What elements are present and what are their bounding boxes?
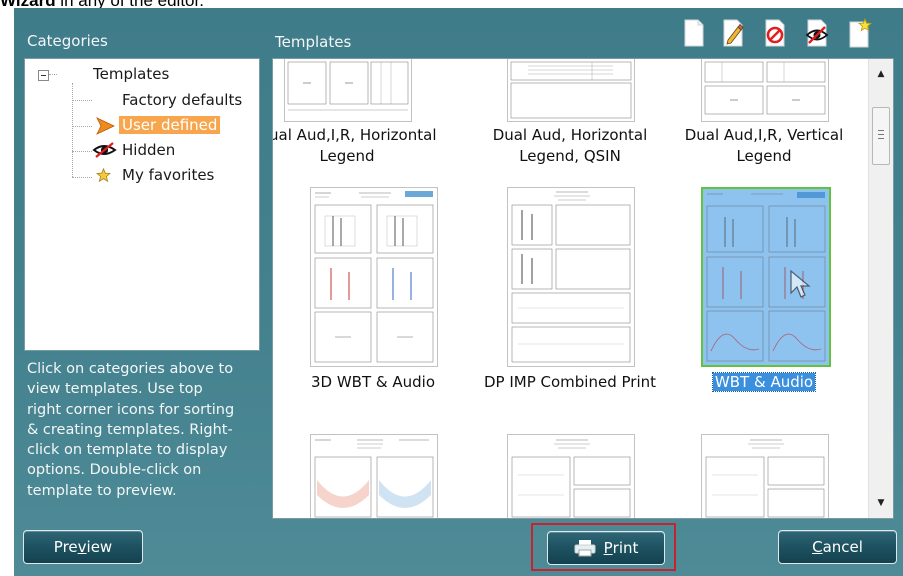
template-thumbnail[interactable]	[701, 434, 829, 518]
template-name-line: WBT & Audio	[711, 372, 817, 392]
template-preview	[287, 61, 409, 111]
template-thumbnail[interactable]	[507, 59, 635, 122]
tree-item-factory-defaults[interactable]: Factory defaults	[122, 91, 242, 109]
template-name-line: 3D WBT & Audio	[310, 373, 435, 391]
template-name-line: Legend	[319, 147, 375, 165]
templates-gallery: Dual Aud,I,R, Horizontal Legend Dual Aud…	[272, 58, 894, 519]
tree-connector	[72, 100, 92, 101]
template-preview	[705, 439, 825, 518]
template-preview	[314, 191, 434, 363]
template-name[interactable]: 3D WBT & Audio	[273, 372, 473, 393]
template-name[interactable]: Dual Aud, Horizontal Legend, QSIN	[470, 125, 670, 167]
preview-label-a: Pre	[53, 538, 78, 556]
tree-connector	[72, 151, 92, 152]
templates-header: Templates	[275, 33, 352, 51]
print-label-b: P	[603, 539, 613, 557]
hide-template-icon[interactable]	[804, 18, 830, 48]
preview-label-b: v	[77, 538, 87, 556]
template-thumbnail-selected[interactable]	[701, 187, 831, 367]
edit-template-icon[interactable]	[720, 18, 746, 48]
tree-item-user-defined[interactable]: User defined	[119, 116, 221, 134]
tree-item-my-favorites[interactable]: My favorites	[122, 166, 214, 184]
categories-header: Categories	[27, 32, 108, 50]
categories-panel: Templates Factory defaults User defined …	[24, 58, 260, 351]
hidden-eye-icon	[92, 142, 117, 158]
favorites-star-icon	[96, 168, 111, 183]
delete-template-icon[interactable]	[762, 18, 788, 48]
print-button[interactable]: Print	[547, 531, 665, 565]
mouse-cursor-icon	[790, 269, 811, 298]
print-wizard-dialog: Categories Templates Templates Factory d…	[14, 8, 903, 576]
cancel-label-c: ancel	[822, 538, 863, 556]
template-name-line: DP IMP Combined Print	[483, 373, 657, 391]
help-line: options. Double-click on	[27, 462, 202, 479]
tree-item-hidden[interactable]: Hidden	[122, 141, 175, 159]
template-preview	[704, 61, 826, 115]
preview-label-c: iew	[86, 538, 113, 556]
print-label-c: rint	[612, 539, 639, 557]
scroll-up-button[interactable]: ▲	[869, 64, 893, 84]
template-name[interactable]: Dual Aud,I,R, Vertical Legend	[664, 125, 864, 167]
template-name-selected[interactable]: WBT & Audio	[664, 372, 864, 393]
scroll-down-button[interactable]: ▼	[869, 493, 893, 513]
template-name-line: Dual Aud, Horizontal	[492, 126, 648, 144]
scroll-thumb[interactable]	[872, 107, 890, 165]
tree-connector	[72, 126, 92, 127]
help-line: right corner icons for sorting	[27, 401, 235, 418]
collapse-toggle[interactable]	[38, 70, 49, 81]
cancel-label-b: C	[812, 538, 823, 556]
help-line: Click on categories above to	[27, 361, 234, 377]
favorite-template-icon[interactable]	[846, 18, 872, 48]
tree-connector	[49, 74, 57, 75]
help-line: & creating templates. Right-	[27, 421, 233, 438]
template-thumbnail[interactable]	[310, 187, 438, 367]
template-preview	[314, 439, 434, 518]
cancel-button[interactable]: Cancel	[778, 530, 897, 564]
template-name[interactable]: DP IMP Combined Print	[470, 372, 670, 393]
template-name[interactable]: Dual Aud,I,R, Horizontal Legend	[272, 125, 447, 167]
help-line: template to preview.	[27, 482, 177, 499]
tree-item-templates[interactable]: Templates	[93, 65, 169, 83]
template-preview	[511, 439, 631, 518]
help-line: view templates. Use top	[27, 381, 203, 398]
template-thumbnail[interactable]	[310, 434, 438, 518]
template-thumbnail[interactable]	[284, 59, 412, 122]
templates-scrollbar[interactable]: ▲ ▼	[868, 59, 893, 518]
template-preview	[510, 61, 632, 119]
template-thumbnail[interactable]	[507, 187, 635, 367]
category-tree: Templates Factory defaults User defined …	[25, 59, 259, 350]
template-preview	[511, 191, 631, 363]
template-name-line: Legend, QSIN	[519, 147, 621, 165]
tree-connector	[72, 83, 73, 177]
tree-connector	[72, 177, 92, 178]
template-thumbnail[interactable]	[507, 434, 635, 518]
preview-button[interactable]: Pre v iew	[23, 530, 143, 564]
template-name-line: Dual Aud,I,R, Vertical	[684, 126, 844, 144]
help-line: click on template to display	[27, 442, 228, 459]
template-thumbnail[interactable]	[701, 59, 829, 122]
printer-icon	[574, 540, 596, 557]
user-defined-arrow-icon	[96, 117, 115, 135]
template-name-line: Legend	[736, 147, 792, 165]
new-template-icon[interactable]	[681, 18, 707, 48]
template-name-line: Dual Aud,I,R, Horizontal	[272, 126, 437, 144]
help-text: Click on categories above to view templa…	[27, 359, 259, 501]
